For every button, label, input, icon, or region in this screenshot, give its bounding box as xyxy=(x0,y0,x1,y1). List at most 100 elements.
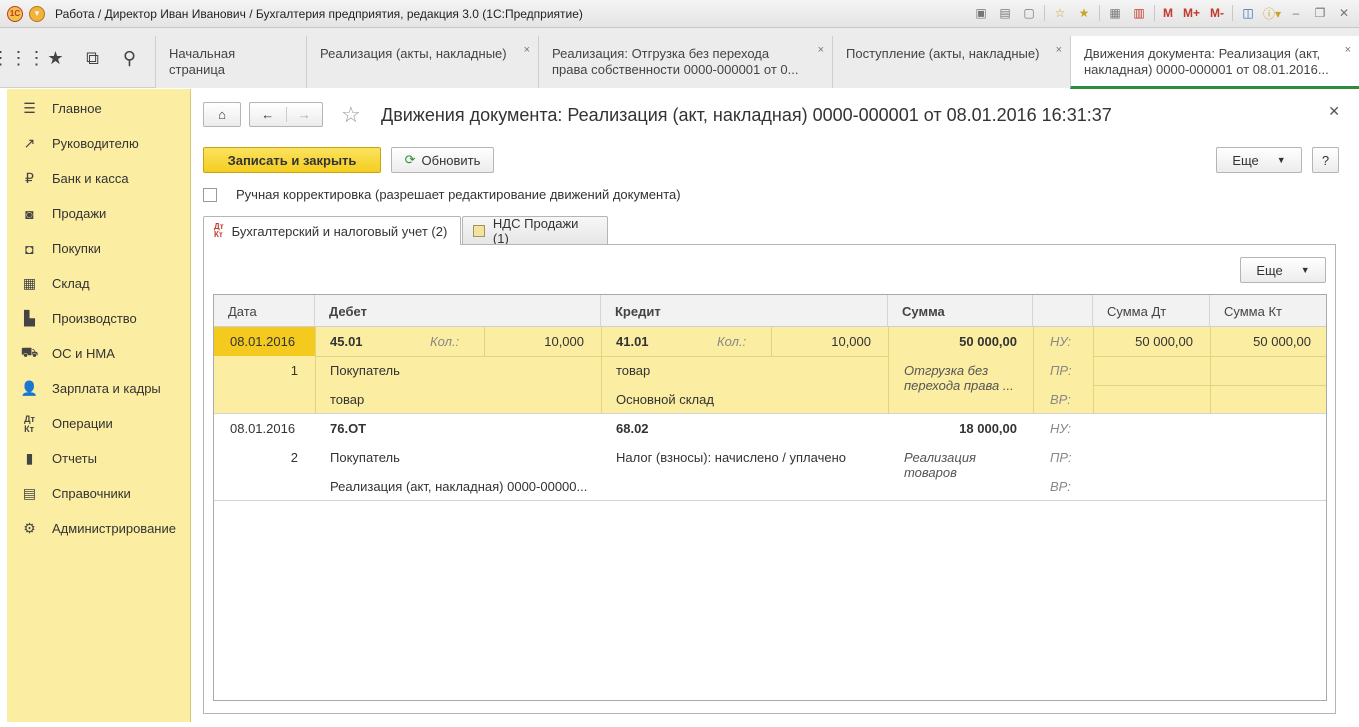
panels-icon[interactable]: ◫ xyxy=(1239,4,1257,22)
tab-home[interactable]: Начальная страница xyxy=(155,36,306,88)
sidebar-item-manager[interactable]: ↗ Руководителю xyxy=(7,126,191,161)
tab-close-icon[interactable]: × xyxy=(524,42,530,58)
credit-account: 41.01 xyxy=(616,334,649,349)
restore-icon[interactable]: ❐ xyxy=(1311,4,1329,22)
tab-label: Реализация: Отгрузка без перехода права … xyxy=(552,46,799,77)
nu-label: НУ: xyxy=(1050,334,1072,349)
sidebar-item-label: Справочники xyxy=(52,486,131,501)
col-type[interactable] xyxy=(1033,295,1093,327)
tab-close-icon[interactable]: × xyxy=(1056,42,1062,58)
credit-qty-label: Кол.: xyxy=(717,334,747,349)
debit-subconto-2: Реализация (акт, накладная) 0000-00000..… xyxy=(330,479,588,494)
forward-arrow-icon[interactable]: → xyxy=(285,107,323,122)
search-icon[interactable]: ⚲ xyxy=(111,28,148,88)
quick-panel: ⋮⋮⋮ ★ ⧉ ⚲ xyxy=(0,28,155,88)
factory-icon: ▙ xyxy=(24,310,35,326)
ruble-icon: ₽ xyxy=(25,170,34,186)
tab-sales-list[interactable]: Реализация (акты, накладные) × xyxy=(306,36,538,88)
tab-close-icon[interactable]: × xyxy=(818,42,824,58)
cart-icon: ◘ xyxy=(25,240,34,257)
sidebar-item-production[interactable]: ▙ Производство xyxy=(7,301,191,336)
close-form-icon[interactable]: ✕ xyxy=(1328,103,1340,120)
debit-subconto-1: Покупатель xyxy=(330,363,400,378)
memory-minus-button[interactable]: М- xyxy=(1208,4,1226,22)
sidebar-item-admin[interactable]: ⚙ Администрирование xyxy=(7,511,191,546)
sum-dt-value: 50 000,00 xyxy=(1135,334,1193,349)
history-icon[interactable]: ⧉ xyxy=(74,28,111,88)
col-credit[interactable]: Кредит xyxy=(601,295,888,327)
more-button[interactable]: Еще ▼ xyxy=(1216,147,1302,173)
credit-subconto-1: товар xyxy=(616,363,651,378)
back-arrow-icon[interactable]: ← xyxy=(250,107,286,122)
truck-icon: ⛟ xyxy=(20,344,39,360)
app-logo-icon[interactable]: 1С xyxy=(7,5,23,22)
title-toolbar: ▣ ▤ ▢ ☆ ★ ▦ ▥ М М+ М- ◫ ⓘ▾ – ❐ ✕ xyxy=(972,4,1353,22)
favorite-add-icon[interactable]: ☆ xyxy=(1051,4,1069,22)
main-menu-icon[interactable]: ▾ xyxy=(29,5,45,22)
tab-sales-doc[interactable]: Реализация: Отгрузка без перехода права … xyxy=(538,36,832,88)
save-icon[interactable]: ▣ xyxy=(972,4,990,22)
warehouse-icon: ▦ xyxy=(22,275,37,291)
content-text: Реализация товаров xyxy=(904,450,976,480)
table-row[interactable]: 08.01.2016 2 76.ОТ Покупатель Реализация… xyxy=(214,414,1326,501)
sidebar-item-salary[interactable]: 👤 Зарплата и кадры xyxy=(7,371,191,406)
col-sum-kt[interactable]: Сумма Кт xyxy=(1210,295,1326,327)
manual-adjust-checkbox[interactable] xyxy=(203,187,217,202)
credit-subconto-1: Налог (взносы): начислено / уплачено xyxy=(616,450,846,465)
sidebar-item-bank[interactable]: ₽ Банк и касса xyxy=(7,161,191,196)
col-debit[interactable]: Дебет xyxy=(315,295,601,327)
credit-qty: 10,000 xyxy=(831,334,871,349)
col-sum-dt[interactable]: Сумма Дт xyxy=(1093,295,1210,327)
help-button[interactable]: ? xyxy=(1312,147,1339,173)
tab-accounting[interactable]: Дт Кт Бухгалтерский и налоговый учет (2) xyxy=(203,216,461,245)
favorites-star-icon[interactable]: ★ xyxy=(37,28,74,88)
tab-vat-sales[interactable]: НДС Продажи (1) xyxy=(462,216,608,246)
sidebar-item-reports[interactable]: ▮ Отчеты xyxy=(7,441,191,476)
pr-label: ПР: xyxy=(1050,450,1072,465)
memory-plus-button[interactable]: М+ xyxy=(1181,4,1202,22)
more-button[interactable]: Еще ▼ xyxy=(1240,257,1326,283)
print-icon[interactable]: ▤ xyxy=(996,4,1014,22)
sidebar-item-operations[interactable]: Дт Кт Операции xyxy=(7,406,191,441)
table-row[interactable]: 08.01.2016 1 45.01 Кол.: 10,000 Покупате… xyxy=(214,327,1326,414)
tab-purchases-list[interactable]: Поступление (акты, накладные) × xyxy=(832,36,1070,88)
home-button[interactable]: ⌂ xyxy=(203,102,241,127)
tab-label: Начальная страница xyxy=(169,46,236,77)
calculator-icon[interactable]: ▦ xyxy=(1106,4,1124,22)
calendar-icon[interactable]: ▥ xyxy=(1130,4,1148,22)
sidebar-item-label: Банк и касса xyxy=(52,171,129,186)
movements-table[interactable]: Дата Дебет Кредит Сумма Сумма Дт Сумма К… xyxy=(213,294,1327,701)
chevron-down-icon: ▼ xyxy=(1300,265,1310,275)
sidebar-item-label: Зарплата и кадры xyxy=(52,381,161,396)
sidebar-item-sales[interactable]: ◙ Продажи xyxy=(7,196,191,231)
col-sum[interactable]: Сумма xyxy=(888,295,1033,327)
sections-grid-icon[interactable]: ⋮⋮⋮ xyxy=(0,28,46,88)
close-window-icon[interactable]: ✕ xyxy=(1335,4,1353,22)
history-nav: ← → xyxy=(249,102,323,127)
save-and-close-button[interactable]: Записать и закрыть xyxy=(203,147,381,173)
memory-button[interactable]: М xyxy=(1161,4,1175,22)
favorites-icon[interactable]: ★ xyxy=(1075,4,1093,22)
col-date[interactable]: Дата xyxy=(214,295,315,327)
sidebar-item-warehouse[interactable]: ▦ Склад xyxy=(7,266,191,301)
tab-document-movements[interactable]: Движения документа: Реализация (акт, нак… xyxy=(1070,36,1359,89)
preview-icon[interactable]: ▢ xyxy=(1020,4,1038,22)
sum-value: 50 000,00 xyxy=(959,334,1017,349)
favorite-star-icon[interactable]: ☆ xyxy=(341,102,361,128)
refresh-button[interactable]: ⟳ Обновить xyxy=(391,147,494,173)
sidebar-item-main[interactable]: ☰ Главное xyxy=(7,91,191,126)
dt-kt-icon: Дт Кт xyxy=(214,223,224,239)
sidebar-item-label: Руководителю xyxy=(52,136,139,151)
refresh-icon: ⟳ xyxy=(404,152,416,167)
refresh-label: Обновить xyxy=(421,152,481,168)
tab-close-icon[interactable]: × xyxy=(1345,42,1351,58)
minimize-icon[interactable]: – xyxy=(1287,4,1305,22)
vr-label: ВР: xyxy=(1050,392,1071,407)
sidebar-item-assets[interactable]: ⛟ ОС и НМА xyxy=(7,336,191,371)
sidebar-item-catalogs[interactable]: ▤ Справочники xyxy=(7,476,191,511)
bag-icon: ◙ xyxy=(25,205,34,222)
info-icon[interactable]: ⓘ▾ xyxy=(1263,4,1281,22)
sections-sidebar: ☰ Главное ↗ Руководителю ₽ Банк и касса ◙ Пр… xyxy=(7,89,191,722)
sidebar-item-purchases[interactable]: ◘ Покупки xyxy=(7,231,191,266)
sidebar-item-label: Администрирование xyxy=(52,521,176,536)
